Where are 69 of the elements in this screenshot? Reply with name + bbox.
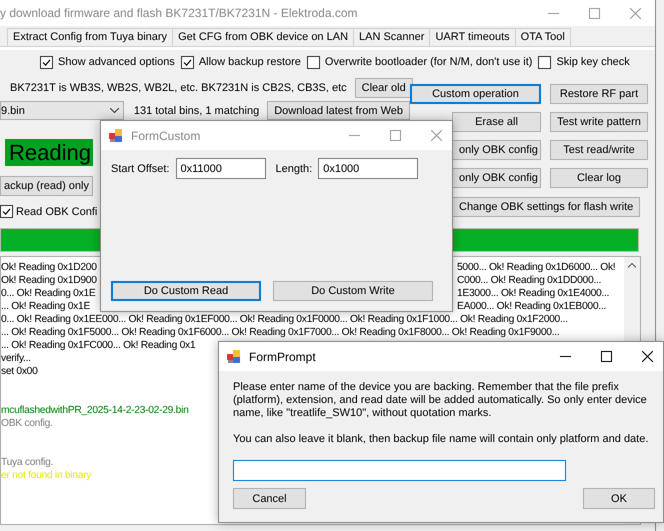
prompt-message: You can also leave it blank, then backup file name will contain only platform and date. xyxy=(233,433,650,446)
checkmark-icon xyxy=(42,58,51,66)
cancel-button[interactable]: Cancel xyxy=(233,488,306,509)
checkmark-icon xyxy=(2,208,11,215)
checkbox[interactable] xyxy=(180,56,194,68)
tab[interactable]: Extract Config from Tuya binary xyxy=(7,28,174,46)
checkbox-label: Read OBK Confi xyxy=(16,206,98,218)
chevron-down-icon xyxy=(110,108,119,113)
log-line: verify... xyxy=(1,352,31,365)
checkbox-label: Allow backup restore xyxy=(198,56,301,68)
action-button[interactable]: Test write pattern xyxy=(550,112,648,132)
maximize-icon[interactable] xyxy=(601,351,612,362)
action-button[interactable]: Clear log xyxy=(550,168,648,188)
tab[interactable]: OTA Tool xyxy=(514,28,571,46)
checkbox[interactable] xyxy=(538,56,552,68)
log-line: Ok! Reading 0x1D200 xyxy=(1,261,97,274)
status-label: Reading xyxy=(5,139,93,166)
action-button[interactable]: Custom operation xyxy=(410,84,541,104)
close-icon[interactable] xyxy=(642,351,653,362)
length-field[interactable]: 0x1000 xyxy=(318,158,418,179)
start-offset-field[interactable]: 0x11000 xyxy=(176,158,266,179)
chevron-up-icon xyxy=(628,263,636,268)
custom-write-button[interactable]: Do Custom Write xyxy=(273,281,433,301)
firmware-select[interactable]: 9.bin xyxy=(0,101,124,120)
action-button[interactable]: Restore RF part xyxy=(550,84,648,104)
ok-button[interactable]: OK xyxy=(583,488,655,509)
checkbox[interactable] xyxy=(306,56,320,68)
checkbox-label: Overwrite bootloader (for N/M, don't use it) xyxy=(324,56,532,68)
bins-count: 131 total bins, 1 matching xyxy=(134,104,260,116)
custom-read-button[interactable]: Do Custom Read xyxy=(111,281,261,301)
prompt-message: Please enter name of the device you are backing. Remember that the file prefix (platform), extension, and read date will be added automatically. So only enter device name, like "treatlife_SW10", without quotation marks. xyxy=(233,381,648,420)
app-icon xyxy=(227,350,241,364)
action-button[interactable]: Erase all xyxy=(452,112,541,132)
clear-old-button[interactable]: Clear old xyxy=(354,78,413,98)
log-line: mcuflashedwithPR_2025-14-2-23-02-29.bin xyxy=(1,404,188,417)
log-line: Ok! Reading 0x1D900 xyxy=(1,274,97,287)
log-line: ... Ok! Reading 0x1F5000... Ok! Reading 0x1F6000... Ok! Reading 0x1F7000... Ok! Reading 0x1F8000... Ok! Reading 0x1F9000... xyxy=(1,326,560,339)
settings-button[interactable]: Change OBK settings for flash write xyxy=(452,197,640,217)
log-line: ... Ok! Reading 0x1E xyxy=(1,300,90,313)
checkbox-label: Skip key check xyxy=(556,56,630,68)
action-button[interactable]: only OBK config xyxy=(452,168,541,188)
log-line: set 0x00 xyxy=(1,365,38,378)
window-title: y download firmware and flash BK7231T/BK7231N - Elektroda.com xyxy=(0,6,358,20)
log-line: C000... Ok! Reading 0x1DD000... xyxy=(457,274,602,287)
log-line: er not found in binary xyxy=(1,469,92,482)
log-line: 5000... Ok! Reading 0x1D6000... Ok! xyxy=(457,261,616,274)
info-text: BK7231T is WB3S, WB2S, WB2L, etc. BK7231N is CB2S, CB3S, etc xyxy=(9,82,347,94)
field-label: Start Offset: xyxy=(111,162,170,174)
log-line: EA000... Ok! Reading 0x1EB000... xyxy=(457,300,606,313)
action-button[interactable]: Test read/write xyxy=(550,140,648,160)
checkbox[interactable] xyxy=(40,56,53,68)
log-line: ... Ok! Reading 0x1FC000... Ok! Reading 0x1 xyxy=(1,339,196,352)
dialog-title: FormCustom xyxy=(131,128,202,142)
minimize-icon[interactable] xyxy=(548,12,559,14)
field-label: Length: xyxy=(276,162,312,174)
dialog-title: FormPrompt xyxy=(249,350,317,364)
log-line: OBK config. xyxy=(1,417,53,430)
log-line: 1E3000... Ok! Reading 0x1E4000... xyxy=(457,287,610,300)
device-name-field[interactable] xyxy=(233,460,566,481)
log-line: 0... Ok! Reading 0x1E xyxy=(1,287,96,300)
checkbox[interactable] xyxy=(0,205,13,218)
log-line: 0... Ok! Reading 0x1EE000... Ok! Reading 0x1EF000... Ok! Reading 0x1F0000... Ok! Reading 0x1F1000... Ok! Reading 0x1F2000... xyxy=(1,313,568,326)
backup-button[interactable]: ackup (read) only xyxy=(0,176,93,196)
action-button[interactable]: only OBK config xyxy=(452,140,541,160)
log-line: Tuya config. xyxy=(1,456,54,469)
checkbox-label: Show advanced options xyxy=(58,56,175,68)
app-icon xyxy=(109,128,123,142)
checkmark-icon xyxy=(182,58,192,66)
download-button[interactable]: Download latest from Web xyxy=(267,101,410,120)
